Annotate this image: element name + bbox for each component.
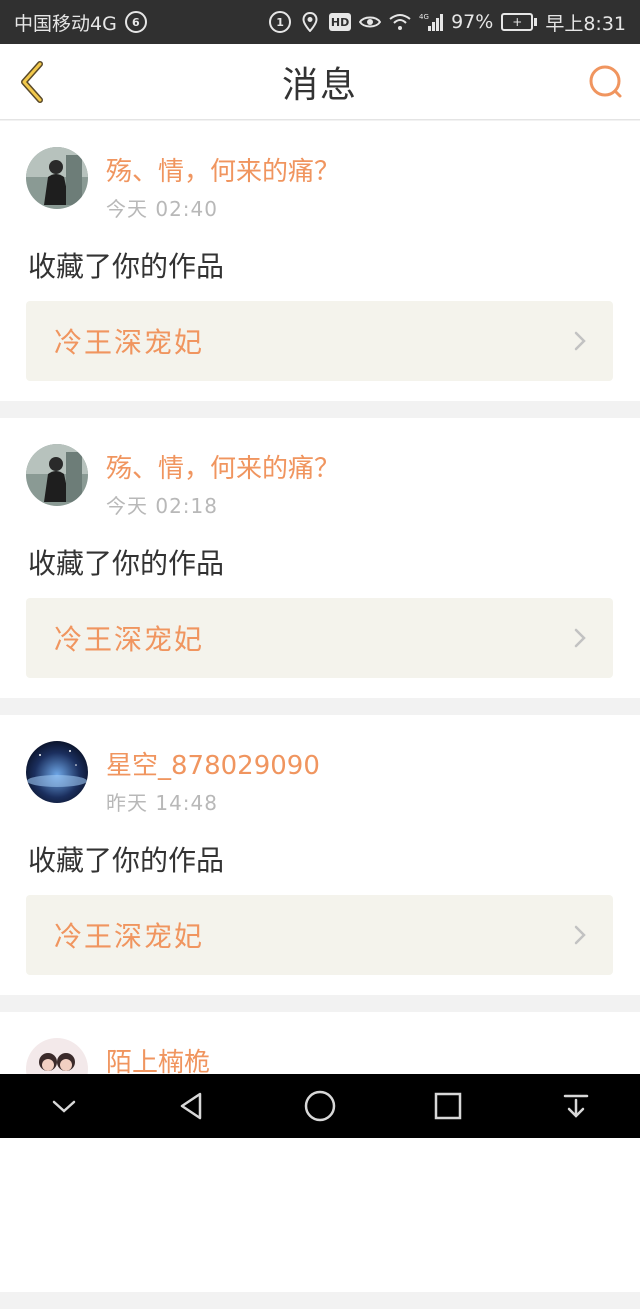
message-item: 殇、情，何来的痛？ 今天 02:40 收藏了你的作品 冷王深宠妃: [0, 121, 640, 401]
signal-icon: 4G: [419, 11, 444, 33]
header-bar: 消息: [0, 44, 640, 120]
back-button[interactable]: [14, 58, 54, 106]
back-triangle-icon: [180, 1092, 202, 1120]
timestamp: 今天 02:18: [106, 494, 218, 518]
hd-icon: HD: [329, 13, 352, 31]
collapse-icon: [52, 1100, 76, 1113]
data-saver-icon: 1: [269, 11, 292, 33]
work-title: 冷王深宠妃: [54, 920, 205, 953]
system-recents-button[interactable]: [426, 1084, 470, 1128]
work-title: 冷王深宠妃: [54, 623, 205, 656]
clock: 早上8:31: [545, 12, 626, 35]
notification-pull-icon: [563, 1094, 589, 1118]
timestamp: 今天 02:40: [106, 197, 218, 221]
chevron-right-icon: [574, 628, 586, 648]
svg-text:4G: 4G: [419, 13, 429, 21]
avatar[interactable]: [26, 147, 88, 209]
system-home-button[interactable]: [298, 1084, 342, 1128]
message-item: 星空_878029090 昨天 14:48 收藏了你的作品 冷王深宠妃: [0, 715, 640, 995]
search-button[interactable]: [586, 62, 626, 102]
page-title: 消息: [281, 64, 358, 106]
battery-percent: 97%: [451, 11, 494, 33]
username[interactable]: 星空_878029090: [106, 745, 320, 782]
battery-icon: +: [501, 13, 538, 31]
action-text: 收藏了你的作品: [28, 844, 225, 877]
message-item: 陌上楠桅: [0, 1012, 640, 1292]
work-link[interactable]: 冷王深宠妃: [26, 895, 613, 975]
eye-icon: [359, 11, 382, 33]
status-bar: 中国移动4G 6 1 HD 4G 97% + 早上8:31: [0, 0, 640, 44]
avatar[interactable]: [26, 741, 88, 803]
search-icon: [589, 65, 622, 98]
system-nav-bar: [0, 1074, 640, 1138]
action-text: 收藏了你的作品: [28, 250, 225, 283]
location-icon: [299, 11, 321, 33]
work-link[interactable]: 冷王深宠妃: [26, 598, 613, 678]
notification-pull-button[interactable]: [554, 1084, 598, 1128]
collapse-button[interactable]: [42, 1084, 86, 1128]
username[interactable]: 殇、情，何来的痛？: [106, 151, 340, 188]
username[interactable]: 殇、情，何来的痛？: [106, 448, 340, 485]
system-back-button[interactable]: [170, 1084, 214, 1128]
wifi-icon: [389, 11, 411, 33]
sync-icon: 6: [124, 11, 147, 33]
avatar[interactable]: [26, 444, 88, 506]
work-title: 冷王深宠妃: [54, 326, 205, 359]
recents-square-icon: [434, 1092, 462, 1120]
carrier-label: 中国移动4G: [14, 12, 117, 35]
chevron-right-icon: [574, 925, 586, 945]
timestamp: 昨天 14:48: [106, 791, 218, 815]
work-link[interactable]: 冷王深宠妃: [26, 301, 613, 381]
message-item: 殇、情，何来的痛？ 今天 02:18 收藏了你的作品 冷王深宠妃: [0, 418, 640, 698]
home-circle-icon: [304, 1090, 336, 1122]
chevron-right-icon: [574, 331, 586, 351]
chevron-left-icon: [21, 61, 43, 103]
action-text: 收藏了你的作品: [28, 547, 225, 580]
